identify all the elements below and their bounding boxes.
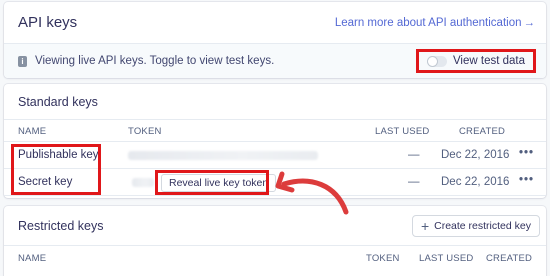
live-mode-info: i Viewing live API keys. Toggle to view … <box>18 55 274 67</box>
column-header-token: TOKEN <box>128 126 162 137</box>
table-row-publishable-key: Publishable key — Dec 22, 2016 ••• <box>4 142 546 169</box>
create-restricted-key-button[interactable]: + Create restricted key <box>411 214 540 237</box>
column-header-last-used: LAST USED <box>375 126 430 137</box>
publishable-key-last-used: — <box>408 149 420 161</box>
toggle-knob <box>427 56 437 66</box>
secret-key-created: Dec 22, 2016 <box>441 176 510 188</box>
arrow-right-icon: → <box>523 16 536 29</box>
column-header-created: CREATED <box>486 253 533 264</box>
column-header-last-used: LAST USED <box>419 253 474 264</box>
secret-key-name: Secret key <box>18 176 73 188</box>
publishable-key-name: Publishable key <box>18 149 99 161</box>
column-header-name: NAME <box>18 253 47 264</box>
standard-keys-column-headers: NAME TOKEN LAST USED CREATED <box>4 120 546 142</box>
live-mode-info-row: i Viewing live API keys. Toggle to view … <box>4 44 546 78</box>
plus-icon: + <box>420 217 430 234</box>
create-restricted-key-label: Create restricted key <box>434 219 531 232</box>
view-test-data-toggle[interactable]: View test data <box>415 49 536 73</box>
restricted-keys-title: Restricted keys <box>18 218 104 233</box>
page-title: API keys <box>18 14 78 31</box>
learn-more-label: Learn more about API authentication <box>334 16 522 29</box>
learn-more-link[interactable]: Learn more about API authentication → <box>335 17 535 29</box>
info-message: Viewing live API keys. Toggle to view te… <box>35 55 275 67</box>
column-header-token: TOKEN <box>366 253 400 264</box>
standard-keys-header: Standard keys <box>4 84 546 120</box>
restricted-keys-column-headers: NAME TOKEN LAST USED CREATED <box>4 246 546 268</box>
standard-keys-title: Standard keys <box>18 94 98 109</box>
toggle-switch[interactable] <box>426 55 447 67</box>
api-keys-header: API keys Learn more about API authentica… <box>4 2 546 44</box>
toggle-label: View test data <box>452 55 525 67</box>
reveal-live-key-token-button[interactable]: Reveal live key token <box>161 174 277 192</box>
column-header-created: CREATED <box>459 126 506 137</box>
api-keys-card: API keys Learn more about API authentica… <box>4 2 546 78</box>
publishable-key-created: Dec 22, 2016 <box>441 149 510 161</box>
annotation-arrow-icon <box>275 171 349 215</box>
more-options-icon[interactable]: ••• <box>519 174 534 186</box>
more-options-icon[interactable]: ••• <box>519 147 534 159</box>
secret-key-last-used: — <box>408 176 420 188</box>
publishable-key-token[interactable] <box>128 151 318 160</box>
column-header-name: NAME <box>18 126 47 137</box>
info-icon: i <box>18 55 27 67</box>
secret-key-token <box>132 178 154 187</box>
